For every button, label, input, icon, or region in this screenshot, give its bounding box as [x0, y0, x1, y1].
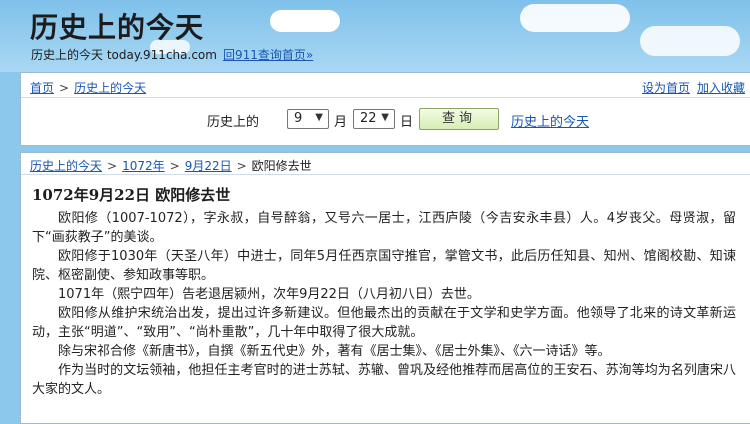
- breadcrumb-current: 欧阳修去世: [251, 159, 312, 173]
- article-paragraph: 除与宋祁合修《新唐书》，自撰《新五代史》外，著有《居士集》、《居士外集》、《六一…: [58, 344, 611, 359]
- breadcrumb-home[interactable]: 首页: [30, 81, 54, 95]
- month-select-value: 9: [294, 111, 303, 126]
- cloud-decoration: [270, 10, 340, 32]
- article-paragraph: 欧阳修从维护宋统治出发，提出过许多新建议。但他最杰出的贡献在于文学和史学方面。他…: [32, 306, 736, 340]
- breadcrumb-separator: >: [59, 81, 70, 95]
- site-subtitle-text: 历史上的今天 today.911cha.com: [31, 48, 217, 62]
- article-breadcrumb: 历史上的今天 >1072年 >9月22日 > 欧阳修去世: [30, 157, 312, 174]
- month-unit-label: 月: [334, 115, 348, 130]
- site-title: 历史上的今天: [30, 11, 205, 44]
- chevron-down-icon: ▼: [315, 112, 323, 123]
- query-prefix-label: 历史上的: [207, 115, 260, 130]
- site-subtitle: 历史上的今天 today.911cha.com 回911查询首页»: [31, 46, 313, 63]
- home-link[interactable]: 回911查询首页»: [223, 48, 313, 62]
- query-button[interactable]: 查询: [419, 108, 499, 130]
- header-links: 设为首页 加入收藏: [642, 79, 750, 96]
- breadcrumb-separator: >: [169, 159, 180, 173]
- day-select[interactable]: 22 ▼: [353, 109, 395, 129]
- article-paragraph: 1071年（熙宁四年）告老退居颍州，次年9月22日（八月初八日）去世。: [58, 287, 480, 302]
- add-favorite-link[interactable]: 加入收藏: [697, 81, 745, 95]
- article-panel: 历史上的今天 >1072年 >9月22日 > 欧阳修去世 1072年9月22日 欧阳修去…: [20, 152, 750, 424]
- month-select[interactable]: 9 ▼: [287, 109, 329, 129]
- article-paragraph: 欧阳修（1007-1072），字永叔，自号醉翁，又号六一居士，江西庐陵（今吉安永…: [32, 211, 736, 245]
- breadcrumb-separator: >: [236, 159, 247, 173]
- header-banner: 历史上的今天 历史上的今天 today.911cha.com 回911查询首页»: [0, 0, 750, 72]
- breadcrumb-year[interactable]: 1072年: [122, 159, 165, 173]
- divider: [21, 97, 750, 98]
- day-select-value: 22: [360, 111, 377, 126]
- divider: [21, 174, 750, 175]
- day-unit-label: 日: [400, 115, 414, 130]
- breadcrumb: 首页 > 历史上的今天: [30, 79, 146, 96]
- cloud-decoration: [640, 26, 740, 56]
- breadcrumb-date[interactable]: 9月22日: [185, 159, 232, 173]
- article-paragraph: 作为当时的文坛领袖，他担任主考官时的进士苏轼、苏辙、曾巩及经他推荐而居高位的王安…: [32, 363, 736, 397]
- article-paragraph: 欧阳修于1030年（天圣八年）中进士，同年5月任西京国守推官，掌管文书，此后历任…: [32, 249, 736, 283]
- breadcrumb-separator: >: [107, 159, 118, 173]
- article-body: 欧阳修（1007-1072），字永叔，自号醉翁，又号六一居士，江西庐陵（今吉安永…: [32, 209, 736, 399]
- breadcrumb-today-in-history[interactable]: 历史上的今天: [74, 81, 146, 95]
- set-homepage-link[interactable]: 设为首页: [642, 81, 690, 95]
- chevron-down-icon: ▼: [381, 112, 389, 123]
- article-title: 1072年9月22日 欧阳修去世: [32, 186, 231, 204]
- query-panel: 首页 > 历史上的今天 设为首页 加入收藏 历史上的 9 ▼ 月 22 ▼ 日 查询 历史…: [20, 72, 750, 146]
- breadcrumb-today-in-history[interactable]: 历史上的今天: [30, 159, 102, 173]
- cloud-decoration: [520, 4, 630, 32]
- today-in-history-link[interactable]: 历史上的今天: [511, 111, 589, 130]
